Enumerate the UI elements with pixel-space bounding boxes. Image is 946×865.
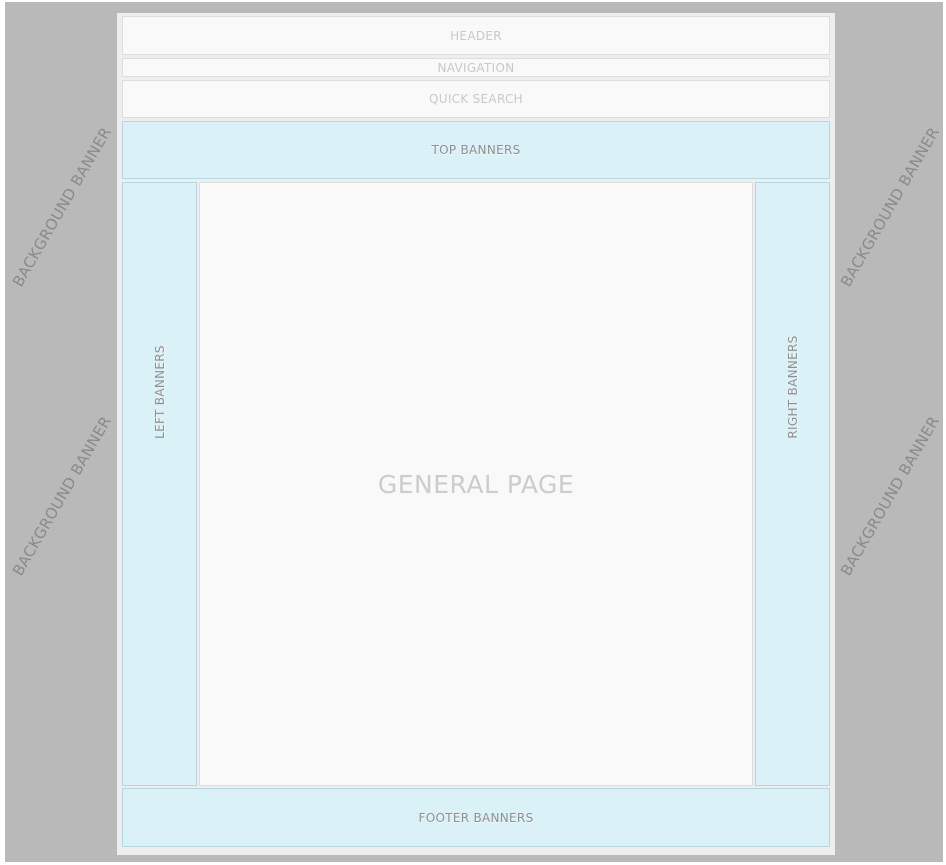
quick-search-label: QUICK SEARCH bbox=[429, 92, 523, 106]
right-banners-label: RIGHT BANNERS bbox=[786, 335, 800, 439]
quick-search-block[interactable]: QUICK SEARCH bbox=[122, 80, 830, 118]
general-page-label: GENERAL PAGE bbox=[377, 469, 575, 499]
navigation-block[interactable]: NAVIGATION bbox=[122, 58, 830, 77]
footer-banners-label: FOOTER BANNERS bbox=[418, 810, 534, 825]
header-block: HEADER bbox=[122, 16, 830, 55]
header-label: HEADER bbox=[450, 28, 502, 43]
general-page-block: GENERAL PAGE bbox=[199, 182, 753, 786]
top-banners-block[interactable]: TOP BANNERS bbox=[122, 121, 830, 179]
footer-banners-block[interactable]: FOOTER BANNERS bbox=[122, 788, 830, 847]
page-container: HEADER NAVIGATION QUICK SEARCH TOP BANNE… bbox=[117, 13, 835, 855]
left-banners-label: LEFT BANNERS bbox=[153, 345, 167, 439]
navigation-label: NAVIGATION bbox=[437, 60, 515, 75]
left-banners-block[interactable]: LEFT BANNERS bbox=[122, 182, 197, 786]
top-banners-label: TOP BANNERS bbox=[431, 143, 521, 157]
right-banners-block[interactable]: RIGHT BANNERS bbox=[755, 182, 830, 786]
